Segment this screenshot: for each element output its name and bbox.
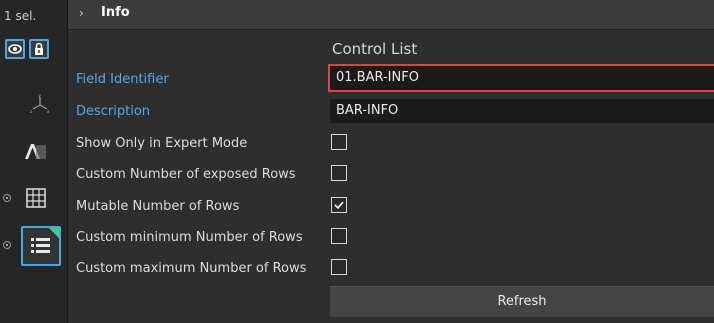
description-input[interactable]: BAR-INFO <box>330 99 714 123</box>
checkmark-icon <box>334 201 344 210</box>
mutable-rows-checkbox[interactable] <box>331 197 347 213</box>
option-label: Custom Number of exposed Rows <box>76 167 296 182</box>
option-label: Custom maximum Number of Rows <box>76 261 307 276</box>
custom-max-rows-checkbox[interactable] <box>331 259 347 275</box>
chevron-right-icon[interactable]: › <box>79 6 84 20</box>
visibility-lock-bar <box>5 39 51 61</box>
option-label: Custom minimum Number of Rows <box>76 230 303 245</box>
lock-icon[interactable] <box>29 39 49 59</box>
section-title: Control List <box>332 40 418 58</box>
list-radio[interactable] <box>3 241 11 249</box>
eye-icon[interactable] <box>5 39 25 59</box>
header-title: Info <box>101 5 130 20</box>
active-corner-marker <box>49 228 59 238</box>
info-header[interactable]: › Info <box>68 0 714 30</box>
strip-separator <box>67 0 68 323</box>
svg-text:x: x <box>47 109 50 114</box>
selection-count: 1 sel. <box>4 9 37 23</box>
field-identifier-label: Field Identifier <box>76 72 169 87</box>
svg-text:y: y <box>39 94 42 98</box>
custom-exposed-rows-checkbox[interactable] <box>331 165 347 181</box>
table-radio[interactable] <box>3 194 11 202</box>
axes-icon[interactable]: y z x <box>29 93 51 120</box>
custom-min-rows-checkbox[interactable] <box>331 228 347 244</box>
refresh-button[interactable]: Refresh <box>330 286 714 317</box>
option-label: Show Only in Expert Mode <box>76 136 248 151</box>
field-identifier-input[interactable]: 01.BAR-INFO <box>328 64 714 92</box>
show-expert-mode-checkbox[interactable] <box>331 134 347 150</box>
svg-text:z: z <box>30 109 32 114</box>
description-label: Description <box>76 104 151 119</box>
list-icon-button[interactable] <box>21 226 61 266</box>
text-layer-icon[interactable] <box>23 141 49 167</box>
left-tool-strip: 1 sel. y z x <box>0 0 68 323</box>
option-label: Mutable Number of Rows <box>76 199 240 214</box>
table-icon[interactable] <box>25 187 47 213</box>
